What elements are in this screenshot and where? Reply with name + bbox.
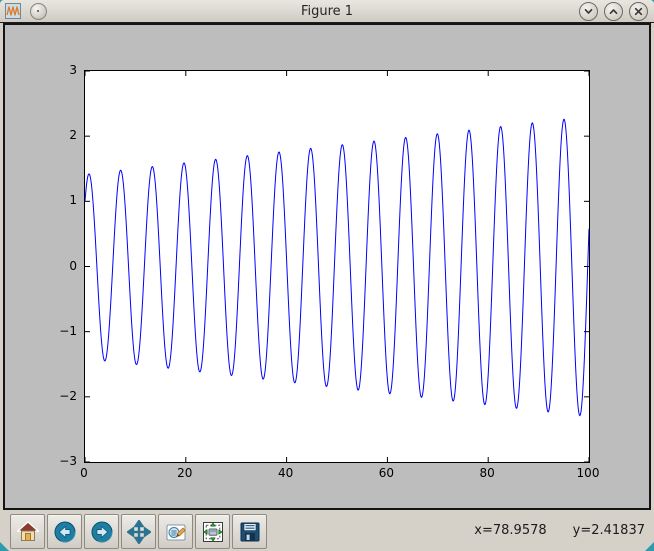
signal-line (85, 119, 589, 415)
cursor-x-readout: x=78.9578 (474, 523, 546, 538)
y-tick-label: −1 (43, 324, 77, 338)
close-button[interactable] (629, 2, 648, 21)
x-tick-label: 0 (62, 466, 106, 480)
configure-subplots-button[interactable] (195, 514, 230, 549)
floppy-disk-icon (238, 520, 262, 544)
resize-grip-left[interactable] (0, 542, 9, 551)
y-tick-label: 2 (43, 128, 77, 142)
subplots-config-icon (201, 520, 225, 544)
close-x-icon (633, 6, 644, 17)
chevron-up-icon (608, 6, 619, 17)
back-button[interactable] (47, 514, 82, 549)
resize-grip-right[interactable] (645, 542, 654, 551)
x-tick-label: 20 (163, 466, 207, 480)
y-tick-label: 0 (43, 259, 77, 273)
zoom-to-rect-button[interactable] (158, 514, 193, 549)
pan-button[interactable] (121, 514, 156, 549)
chevron-down-icon (583, 6, 594, 17)
status-bar: x=78.9578 y=2.41837 (474, 514, 645, 547)
pan-arrows-icon (127, 520, 151, 544)
matplotlib-wave-icon[interactable] (5, 3, 21, 19)
x-tick-label: 80 (465, 466, 509, 480)
window-title: Figure 1 (0, 4, 654, 19)
title-bar[interactable]: Figure 1 (0, 0, 654, 23)
home-button[interactable] (10, 514, 45, 549)
cursor-y-readout: y=2.41837 (573, 523, 645, 538)
y-tick-label: −2 (43, 389, 77, 403)
plot-svg (85, 71, 589, 462)
navigation-toolbar (10, 514, 267, 549)
forward-button[interactable] (84, 514, 119, 549)
x-tick-label: 40 (264, 466, 308, 480)
y-tick-label: 3 (43, 63, 77, 77)
plot-axes[interactable] (84, 70, 590, 463)
back-arrow-icon (53, 520, 77, 544)
x-tick-label: 100 (566, 466, 610, 480)
x-tick-label: 60 (364, 466, 408, 480)
save-button[interactable] (232, 514, 267, 549)
maximize-button[interactable] (604, 2, 623, 21)
zoom-rect-pencil-icon (164, 520, 188, 544)
y-tick-label: 1 (43, 193, 77, 207)
home-icon (16, 520, 40, 544)
figure-window: Figure 1 3210−1−2−3020406080100 (0, 0, 654, 551)
window-menu-button[interactable] (30, 3, 47, 20)
forward-arrow-icon (90, 520, 114, 544)
shade-button[interactable] (579, 2, 598, 21)
